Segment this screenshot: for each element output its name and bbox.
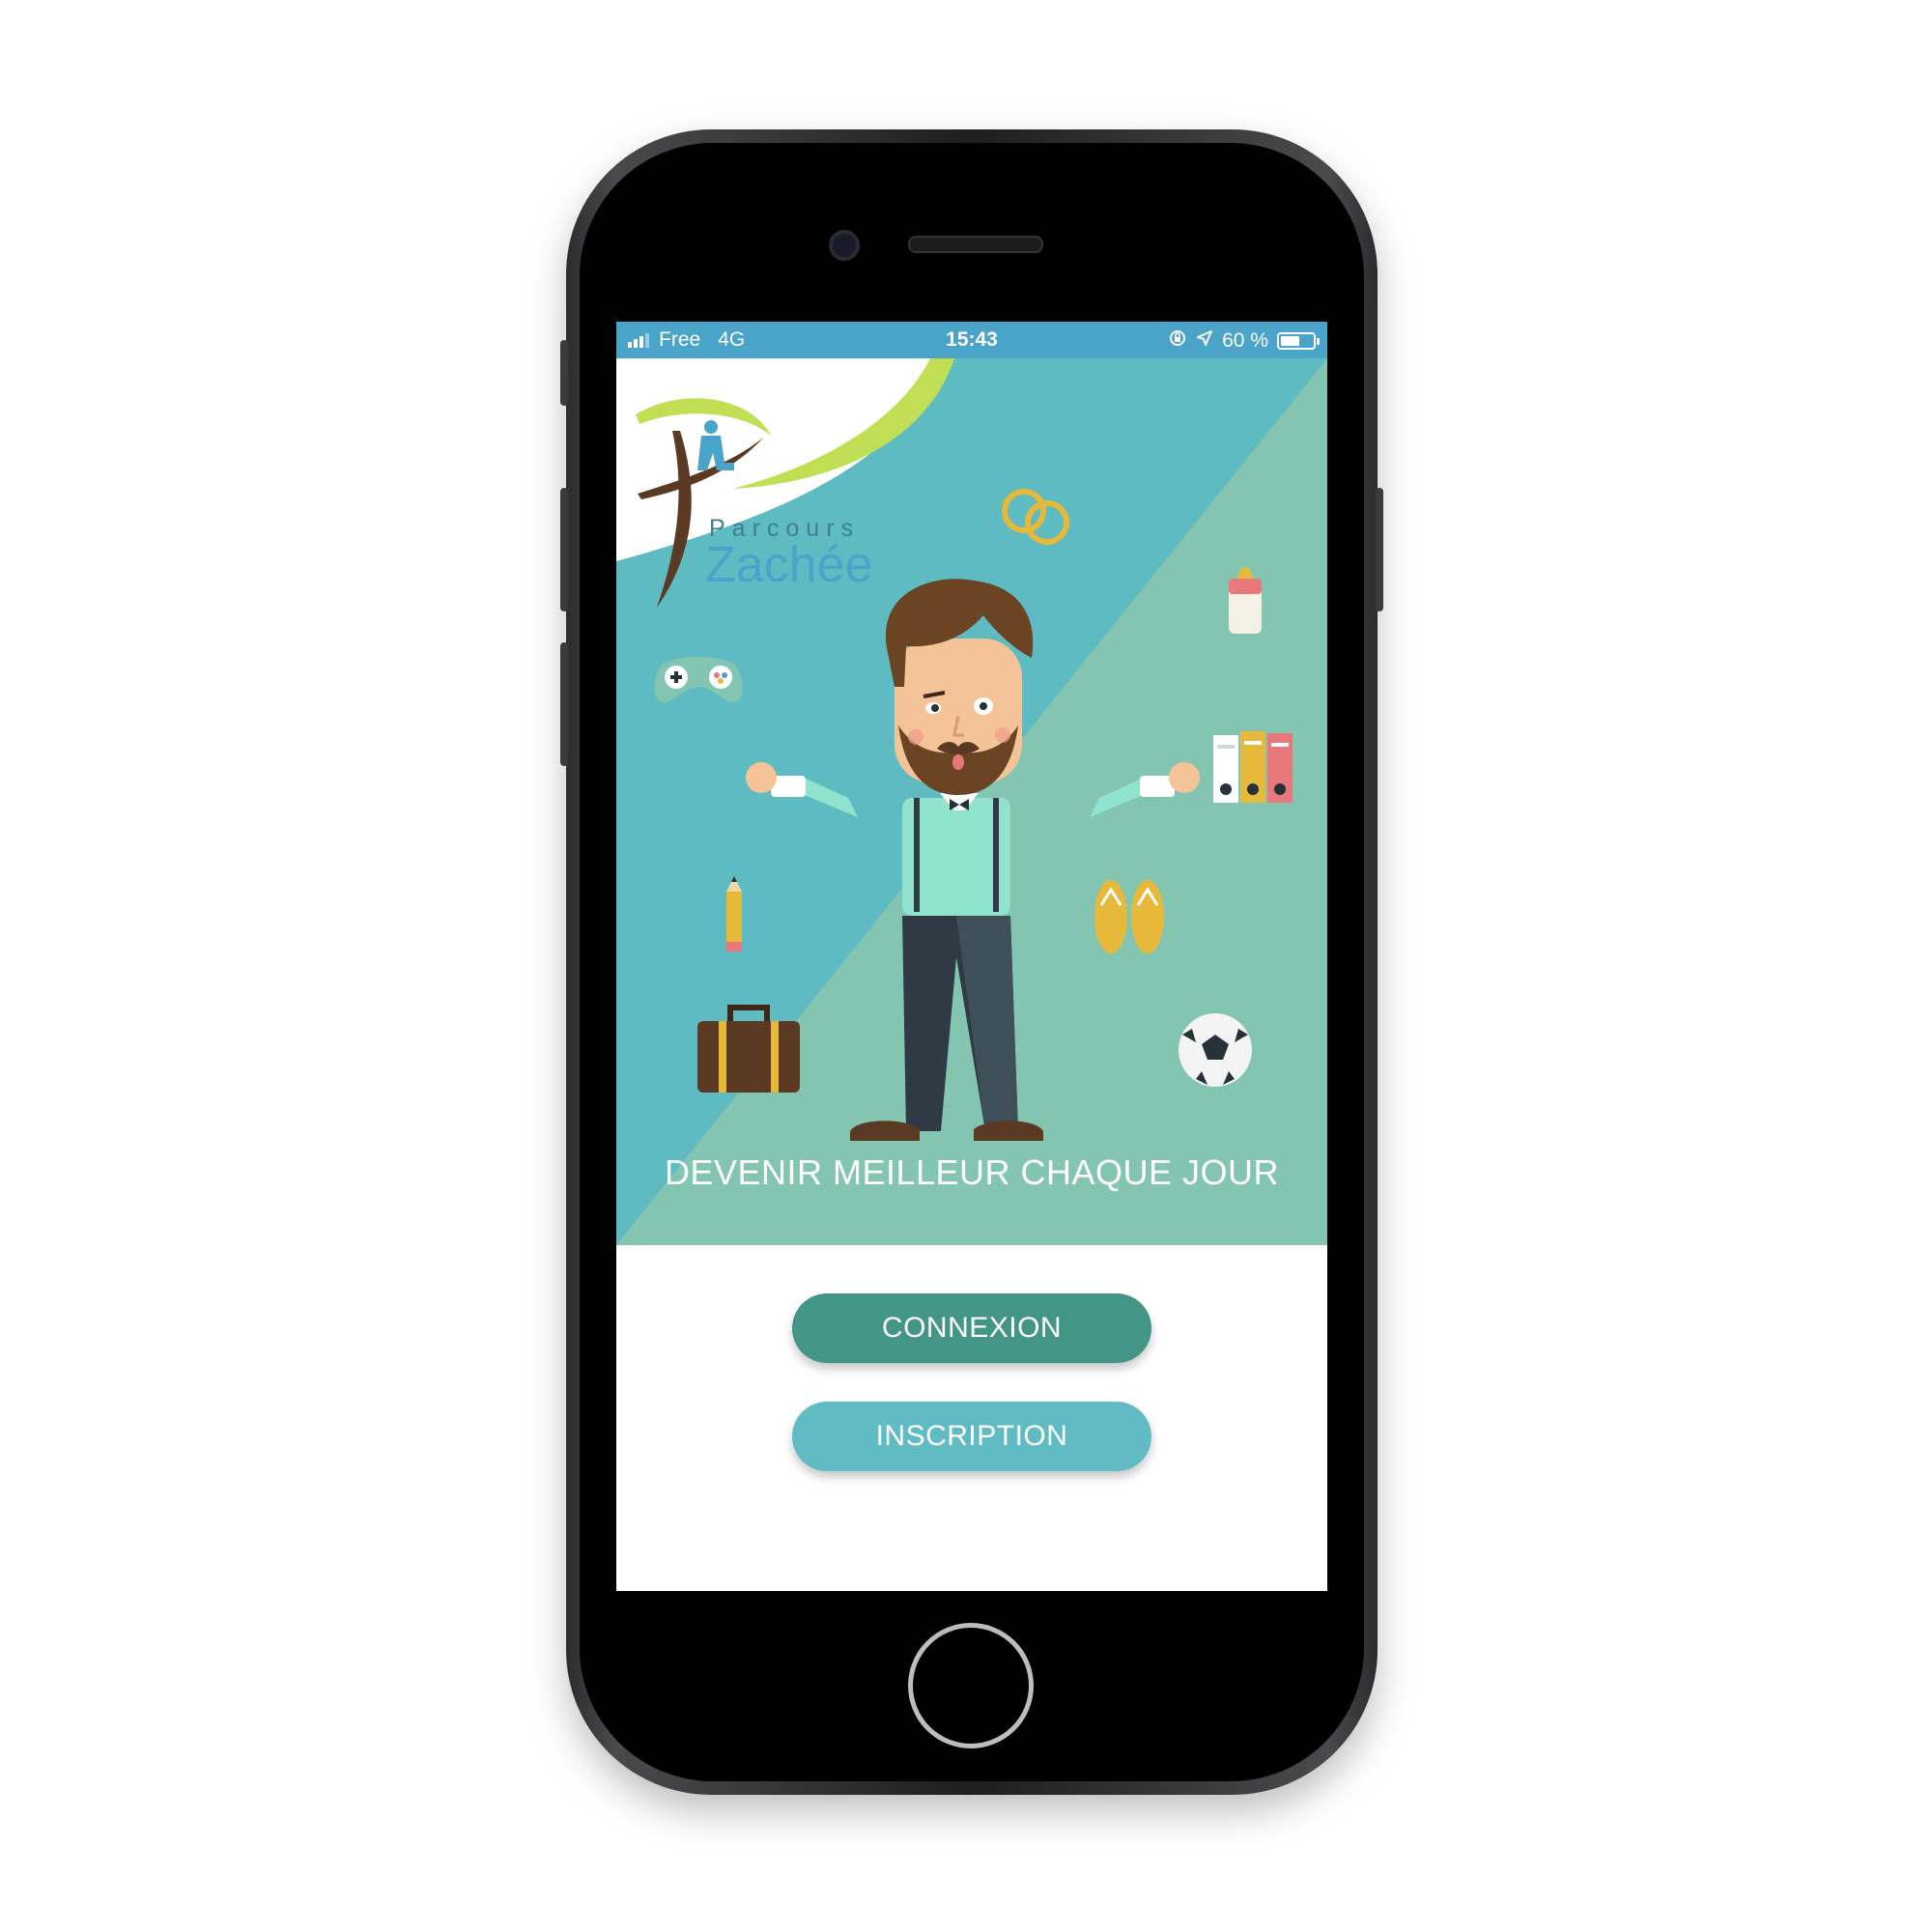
battery-icon xyxy=(1277,332,1320,350)
signal-icon xyxy=(628,332,649,348)
network-type: 4G xyxy=(718,328,746,351)
hero-illustration: Parcours Zachée DEVENIR MEILLEUR CHAQUE … xyxy=(616,358,1327,1245)
volume-down-button xyxy=(560,642,568,766)
tagline: DEVENIR MEILLEUR CHAQUE JOUR xyxy=(664,1152,1280,1192)
location-arrow-icon xyxy=(1196,329,1213,353)
earpiece-speaker xyxy=(908,236,1043,253)
logo-text-zachee: Zachée xyxy=(705,537,873,593)
status-right: 60 % xyxy=(1168,328,1320,354)
mute-switch xyxy=(560,340,568,406)
app-screen: Free 4G 15:43 60 % Parcours Zachée DEVEN… xyxy=(616,322,1327,1591)
inscription-button[interactable]: INSCRIPTION xyxy=(792,1402,1151,1471)
binders-icon xyxy=(1213,731,1293,803)
connexion-button[interactable]: CONNEXION xyxy=(792,1293,1151,1363)
orientation-lock-icon xyxy=(1168,328,1187,354)
soccer-ball-icon xyxy=(1179,1013,1252,1087)
home-button[interactable] xyxy=(908,1623,1034,1748)
status-bar: Free 4G 15:43 60 % xyxy=(616,322,1327,358)
carrier-name: Free xyxy=(659,328,701,351)
front-camera xyxy=(829,230,860,261)
battery-percent: 60 % xyxy=(1222,329,1268,352)
volume-up-button xyxy=(560,488,568,611)
status-left: Free 4G xyxy=(628,328,745,352)
power-button xyxy=(1376,488,1383,611)
pencil-icon xyxy=(726,876,742,952)
